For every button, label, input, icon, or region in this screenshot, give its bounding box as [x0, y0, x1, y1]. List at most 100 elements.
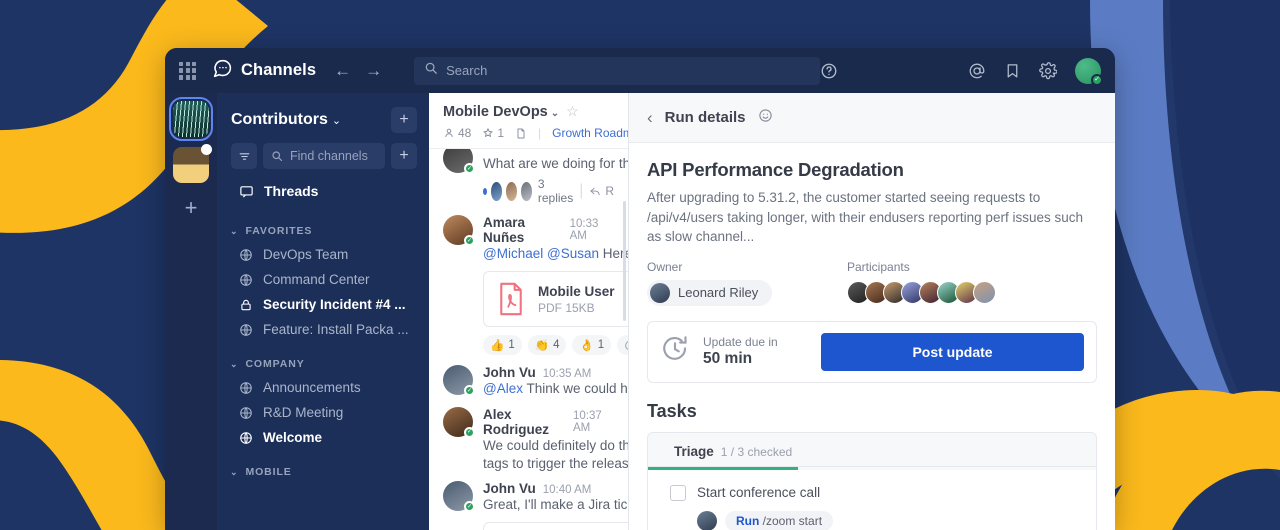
reply-avatar	[491, 181, 502, 201]
tab-progress: 1 / 3 checked	[720, 444, 793, 459]
team-name-dropdown[interactable]: Contributors ⌄	[231, 111, 341, 129]
sidebar-item-label: Feature: Install Packa ...	[263, 322, 409, 337]
gear-icon[interactable]	[1039, 61, 1057, 80]
team-icon-bridge[interactable]	[173, 144, 212, 183]
team-icon-forest[interactable]	[169, 97, 213, 141]
members-count[interactable]: 48	[443, 126, 471, 140]
mention-link[interactable]: @Susan	[547, 246, 599, 261]
checklist-tabrow: Triage 1 / 3 checked	[648, 432, 1096, 470]
attachment-card-partial[interactable]	[483, 522, 628, 530]
message-author[interactable]: John Vu	[483, 365, 536, 380]
reply-count[interactable]: 3 replies	[538, 177, 573, 205]
user-avatar[interactable]: ✓	[1075, 57, 1103, 86]
attachment-meta: PDF 15KB	[538, 300, 595, 315]
sidebar-item-rd-meeting[interactable]: R&D Meeting	[217, 400, 429, 425]
help-circle-icon[interactable]	[820, 62, 838, 80]
sidebar-item-announcements[interactable]: Announcements	[217, 375, 429, 400]
back-arrow-icon[interactable]: ←	[334, 62, 351, 79]
globe-icon	[240, 273, 252, 286]
sidebar-item-feature-install-package[interactable]: Feature: Install Packa ...	[217, 317, 429, 342]
chevron-down-icon: ⌄	[331, 115, 342, 127]
attachment-card[interactable]: Mobile User PDF 15KB	[483, 271, 628, 328]
run-label: Run	[736, 513, 760, 528]
avatar[interactable]: ✓	[443, 406, 475, 438]
run-title: API Performance Degradation	[647, 159, 904, 180]
members-icon	[445, 128, 453, 138]
header-actions: ✓	[820, 57, 1103, 86]
message-author[interactable]: Alex Rodriguez	[483, 407, 566, 437]
mention-link[interactable]: @Michael	[483, 246, 543, 261]
chevron-left-icon[interactable]: ‹	[647, 108, 653, 128]
reaction-count: 1	[597, 339, 605, 352]
checklist-item[interactable]: Start conference call	[648, 482, 1096, 504]
add-reaction-icon[interactable]	[617, 335, 628, 356]
tab-triage[interactable]: Triage 1 / 3 checked	[648, 433, 814, 469]
update-due-card: Update due in 50 min Post update	[647, 320, 1097, 383]
avatar[interactable]: ✓	[443, 365, 475, 397]
lock-icon	[241, 299, 251, 310]
sidebar-category-label: COMPANY	[245, 358, 305, 370]
find-channels-input[interactable]: Find channels	[263, 143, 385, 169]
bookmark-icon[interactable]	[1004, 62, 1021, 79]
sidebar-category-mobile[interactable]: ⌄ MOBILE	[217, 450, 429, 483]
search-icon	[424, 61, 438, 80]
run-command-button[interactable]: Run /zoom start	[725, 510, 834, 530]
owner-chip[interactable]: Leonard Riley	[647, 279, 773, 306]
sidebar-item-command-center[interactable]: Command Center	[217, 267, 429, 292]
sidebar-category-company[interactable]: ⌄ COMPANY	[217, 342, 429, 375]
star-icon[interactable]: ☆	[566, 103, 579, 120]
avatar[interactable]	[973, 280, 996, 304]
thread-replies[interactable]: 3 replies | R	[483, 173, 614, 207]
search-input[interactable]: Search	[414, 56, 820, 85]
sidebar-category-favorites[interactable]: ⌄ FAVORITES	[217, 209, 429, 242]
avatar[interactable]: ✓	[443, 481, 475, 513]
channel-header-link[interactable]: Growth Roadm	[552, 126, 628, 140]
run-people-row: Owner Leonard Riley Participants	[647, 260, 1097, 308]
file-icon	[517, 128, 525, 138]
reaction-pill[interactable]: 👌 1	[572, 335, 612, 356]
globe-icon	[240, 431, 252, 444]
apps-grid-icon[interactable]	[177, 60, 198, 82]
channel-sidebar: Contributors ⌄ + Find channels + Threads…	[217, 93, 429, 530]
globe-icon	[240, 381, 252, 394]
sidebar-category-label: MOBILE	[245, 466, 292, 478]
message-author[interactable]: John Vu	[483, 481, 536, 496]
presence-online-icon: ✓	[464, 235, 475, 247]
message-author[interactable]: Amara Nuñes	[483, 215, 563, 245]
sidebar-item-label: Security Incident #4 ...	[263, 297, 406, 312]
channel-files-button[interactable]	[515, 127, 527, 140]
message-body: Think we could ha	[526, 381, 628, 397]
message-scrollbar[interactable]	[623, 201, 626, 321]
reaction-pill[interactable]: 👏 4	[527, 335, 567, 356]
checkbox[interactable]	[670, 484, 686, 501]
sidebar-item-devops-team[interactable]: DevOps Team	[217, 242, 429, 267]
reply-action[interactable]: R	[589, 184, 614, 198]
message-text: We could definitely do th	[483, 437, 628, 453]
forward-arrow-icon[interactable]: →	[365, 62, 382, 79]
pinned-count[interactable]: 1	[482, 126, 504, 140]
sidebar-item-security-incident[interactable]: Security Incident #4 ...	[217, 292, 429, 317]
at-mention-icon[interactable]	[968, 62, 986, 80]
run-details-body: API Performance Degradation After upgrad…	[629, 143, 1115, 530]
attachment-name: Mobile User	[538, 283, 615, 299]
sidebar-add-button[interactable]: +	[391, 107, 417, 133]
owner-label: Owner	[647, 259, 683, 274]
mention-link[interactable]: @Alex	[483, 381, 523, 396]
reaction-pill[interactable]: 👍 1	[483, 335, 522, 356]
sidebar-item-threads[interactable]: Threads	[217, 169, 429, 209]
smiley-icon[interactable]	[758, 108, 773, 127]
avatar[interactable]: ✓	[443, 215, 475, 247]
channel-title-dropdown[interactable]: Mobile DevOps ⌄	[443, 104, 559, 120]
filter-icon[interactable]	[231, 143, 257, 169]
presence-online-icon: ✓	[464, 501, 475, 513]
post-update-button[interactable]: Post update	[821, 332, 1084, 371]
message-item: ✓ Alex Rodriguez 10:37 AM We could defin…	[429, 401, 628, 475]
channels-nav[interactable]: Channels	[212, 58, 316, 84]
avatar[interactable]: ✓	[443, 149, 475, 174]
message-list[interactable]: ✓ What are we doing for th 3 replies | R…	[429, 149, 628, 530]
add-team-button[interactable]: +	[185, 197, 198, 219]
sidebar-item-welcome[interactable]: Welcome	[217, 425, 429, 450]
create-channel-button[interactable]: +	[391, 143, 417, 169]
chevron-down-icon: ⌄	[550, 107, 560, 119]
app-window: Channels ← → Search ✓ + Contributors ⌄ +…	[165, 48, 1115, 530]
